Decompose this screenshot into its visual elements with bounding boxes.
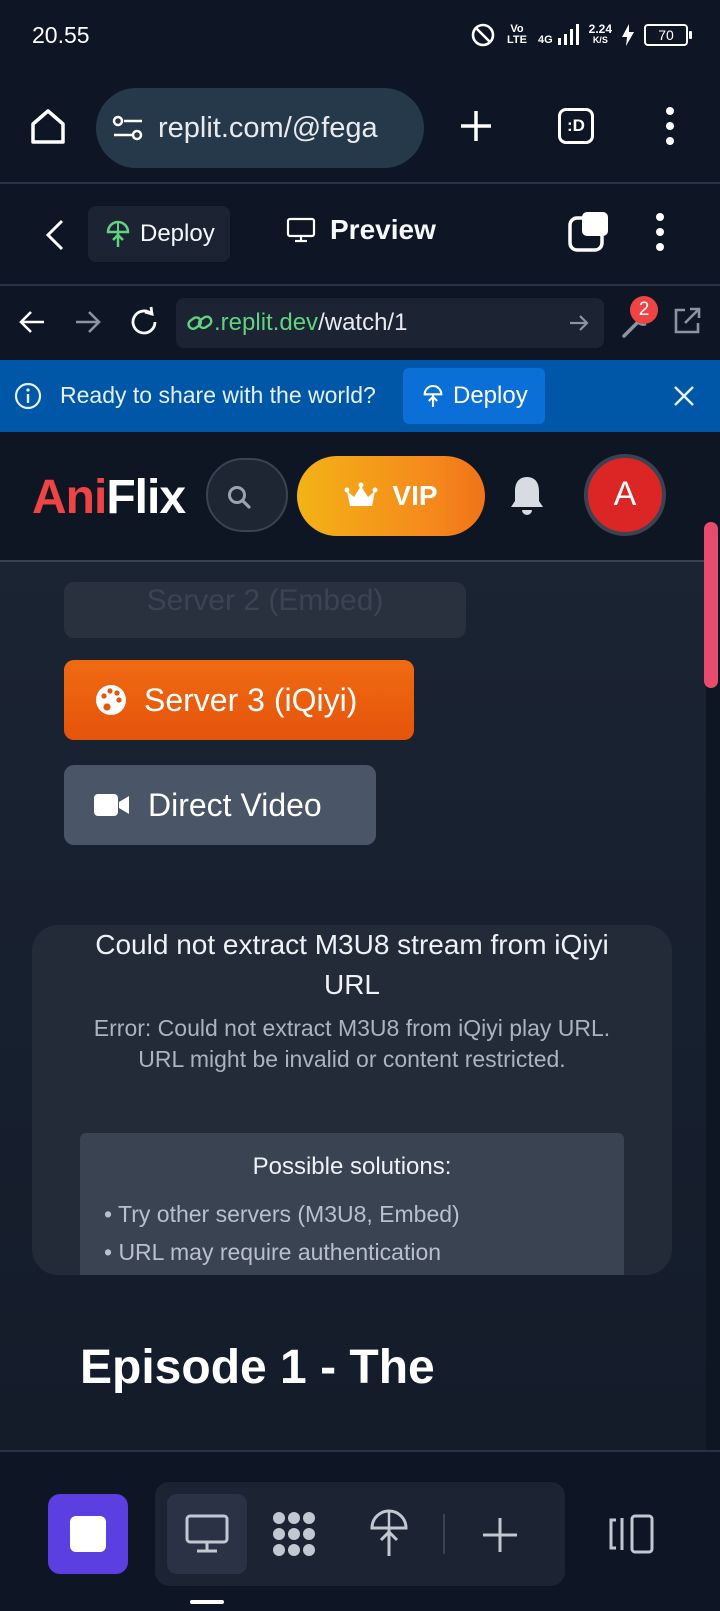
status-bar: 20.55 Vo LTE 4G 2.24 K/S 70: [0, 0, 720, 72]
charging-icon: [622, 24, 634, 46]
net-speed: 2.24 K/S: [588, 22, 612, 46]
close-banner-icon[interactable]: [672, 384, 696, 408]
link-icon: [187, 315, 213, 330]
panels-icon[interactable]: [608, 1514, 654, 1554]
video-camera-icon: [94, 794, 129, 816]
monitor-icon: [286, 217, 316, 243]
direct-video-label: Direct Video: [148, 786, 322, 823]
site-settings-icon[interactable]: [112, 113, 144, 143]
error-card: Could not extract M3U8 stream from iQiyi…: [32, 925, 672, 1275]
deploy-icon: [423, 385, 443, 407]
battery-indicator: 70: [644, 24, 692, 46]
direct-video-button[interactable]: Direct Video: [64, 765, 376, 845]
bottom-toolbar: [0, 1450, 720, 1611]
monitor-icon: [185, 1514, 229, 1553]
deploy-icon: [106, 220, 130, 247]
server-2-button[interactable]: Server 2 (Embed): [64, 582, 466, 638]
palette-icon: [96, 685, 126, 715]
network-type: 4G: [537, 34, 553, 46]
home-icon[interactable]: [28, 106, 68, 146]
address-bar[interactable]: replit.com/@fega: [96, 88, 424, 168]
browser-toolbar: replit.com/@fega :D: [0, 72, 720, 184]
volte-indicator: Vo LTE: [506, 23, 527, 46]
webview-toolbar: .replit.dev/watch/1: [0, 286, 720, 360]
solution-item: • URL may require authentication: [104, 1239, 442, 1265]
go-arrow-icon[interactable]: [568, 312, 590, 334]
stop-button[interactable]: [48, 1494, 128, 1574]
address-bar-text[interactable]: replit.com/@fega: [158, 112, 408, 145]
site-viewport: AniFlix VIP A Server 2 (Embed) Server 3 …: [0, 432, 720, 1450]
workspace-menu-icon[interactable]: [654, 212, 666, 252]
user-avatar[interactable]: A: [584, 454, 666, 536]
error-title: Could not extract M3U8 stream from iQiyi…: [95, 929, 609, 1000]
vip-label: VIP: [392, 480, 438, 511]
webview-url-field[interactable]: .replit.dev/watch/1: [176, 298, 604, 348]
url-host: .replit.dev: [214, 309, 319, 336]
logo-part-flix: Flix: [106, 471, 186, 524]
stop-icon: [70, 1516, 106, 1552]
solutions-title: Possible solutions:: [252, 1153, 452, 1180]
logo-part-ani: Ani: [32, 471, 107, 524]
webview-back-icon[interactable]: [18, 308, 46, 336]
error-message: Error: Could not extract M3U8 from iQiyi…: [93, 1015, 611, 1072]
status-time: 20.55: [32, 22, 90, 48]
back-icon[interactable]: [44, 218, 66, 252]
signal-group: 4G: [538, 24, 579, 46]
vip-button[interactable]: VIP: [297, 456, 485, 536]
info-icon: [14, 382, 42, 410]
tool-switcher: [155, 1482, 565, 1586]
signal-icon: [557, 24, 579, 45]
bell-icon[interactable]: [508, 474, 546, 516]
server-3-button[interactable]: Server 3 (iQiyi): [64, 660, 414, 740]
agent-tool-icon[interactable]: [269, 1510, 319, 1558]
replit-header: Deploy Preview: [0, 184, 720, 286]
do-not-disturb-icon: [471, 23, 495, 47]
banner-deploy-button[interactable]: Deploy: [403, 368, 545, 424]
divider: [443, 1514, 445, 1554]
status-icons: Vo LTE 4G 2.24 K/S 70: [470, 20, 692, 50]
preview-tab-label: Preview: [330, 214, 436, 245]
browser-menu-icon[interactable]: [664, 106, 676, 146]
net-speed-value: 2.24: [588, 22, 612, 36]
solution-item: • Try other servers (M3U8, Embed): [104, 1201, 460, 1227]
tabs-overview-icon[interactable]: [568, 210, 612, 254]
reload-icon[interactable]: [128, 306, 160, 338]
home-indicator[interactable]: [190, 1600, 224, 1604]
open-external-icon[interactable]: [672, 306, 702, 336]
deploy-tab-label: Deploy: [140, 220, 215, 247]
crown-icon: [344, 482, 378, 506]
notification-badge: 2: [630, 296, 658, 324]
preview-tool-button[interactable]: [167, 1494, 247, 1574]
banner-deploy-label: Deploy: [453, 382, 528, 409]
deploy-tool-icon[interactable]: [369, 1508, 409, 1558]
solutions-box: Possible solutions: • Try other servers …: [80, 1133, 624, 1275]
preview-tab[interactable]: Preview: [286, 214, 436, 246]
episode-title: Episode 1 - The: [80, 1341, 435, 1394]
deploy-banner: Ready to share with the world? Deploy: [0, 360, 720, 432]
scrollbar-thumb[interactable]: [704, 522, 718, 688]
url-path: /watch/1: [318, 309, 408, 336]
server-2-label: Server 2 (Embed): [146, 584, 384, 617]
server-3-label: Server 3 (iQiyi): [144, 681, 358, 718]
add-tool-icon[interactable]: [481, 1516, 519, 1554]
tab-switcher-button[interactable]: :D: [558, 108, 594, 144]
net-speed-unit: K/S: [592, 35, 608, 45]
site-header: AniFlix VIP A: [0, 432, 706, 562]
new-tab-icon[interactable]: [458, 108, 494, 144]
deploy-tab[interactable]: Deploy: [88, 206, 230, 262]
site-logo[interactable]: AniFlix: [32, 470, 186, 525]
search-button[interactable]: [206, 458, 288, 532]
search-icon: [228, 486, 251, 509]
webview-forward-icon[interactable]: [74, 308, 102, 336]
banner-message: Ready to share with the world?: [60, 382, 376, 408]
